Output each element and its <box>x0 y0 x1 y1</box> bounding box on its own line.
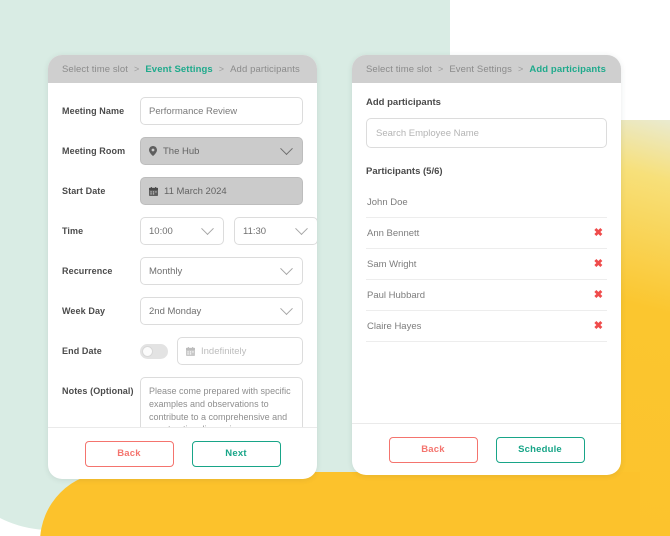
field-row-start-date: Start Date 11 March 2024 <box>62 177 303 205</box>
chevron-down-icon <box>280 301 293 315</box>
participants-heading: Participants (5/6) <box>366 166 443 177</box>
participant-name: Paul Hubbard <box>367 289 426 301</box>
add-participants-body: Add participants Search Employee Name Pa… <box>352 83 621 423</box>
label-end-date: End Date <box>62 346 102 356</box>
breadcrumb-item-select-time-slot[interactable]: Select time slot <box>366 64 432 75</box>
chevron-down-icon <box>280 141 293 155</box>
participant-name: Ann Bennett <box>367 227 420 239</box>
search-employee-input[interactable]: Search Employee Name <box>366 118 607 148</box>
label-meeting-name: Meeting Name <box>62 106 125 116</box>
event-settings-card: Select time slot > Event Settings > Add … <box>48 55 317 479</box>
end-date-placeholder: Indefinitely <box>201 345 247 357</box>
breadcrumb: Select time slot > Event Settings > Add … <box>48 55 317 83</box>
back-button[interactable]: Back <box>388 436 478 463</box>
end-date-toggle[interactable] <box>140 343 168 359</box>
week-day-select[interactable]: 2nd Monday <box>140 297 303 325</box>
start-date-input[interactable]: 11 March 2024 <box>140 177 303 205</box>
field-row-meeting-name: Meeting Name Performance Review <box>62 97 303 125</box>
time-end-select[interactable]: 11:30 <box>234 217 317 245</box>
label-notes: Notes (Optional) <box>62 386 134 396</box>
add-participants-card: Select time slot > Event Settings > Add … <box>352 55 621 475</box>
participant-name: John Doe <box>367 196 408 208</box>
field-row-end-date: End Date Indefinitely <box>62 337 303 365</box>
search-placeholder: Search Employee Name <box>376 127 479 139</box>
label-meeting-room: Meeting Room <box>62 146 126 156</box>
breadcrumb-separator: > <box>134 64 140 74</box>
toggle-knob <box>142 345 153 357</box>
breadcrumb-separator: > <box>438 64 444 74</box>
field-row-meeting-room: Meeting Room The Hub <box>62 137 303 165</box>
time-start-select[interactable]: 10:00 <box>140 217 224 245</box>
chevron-down-icon <box>280 261 293 275</box>
add-participants-footer: Back Schedule <box>352 423 621 475</box>
participant-row[interactable]: Sam Wright ✖ <box>366 249 607 280</box>
time-start-value: 10:00 <box>149 225 173 237</box>
breadcrumb-item-event-settings[interactable]: Event Settings <box>449 64 512 75</box>
add-participants-title: Add participants <box>366 97 441 108</box>
week-day-value: 2nd Monday <box>149 305 202 317</box>
chevron-down-icon <box>295 221 308 235</box>
meeting-room-select[interactable]: The Hub <box>140 137 303 165</box>
back-button[interactable]: Back <box>84 440 174 467</box>
remove-participant-icon[interactable]: ✖ <box>594 320 605 332</box>
breadcrumb-item-event-settings[interactable]: Event Settings <box>145 64 212 75</box>
field-row-time: Time 10:00 11:30 <box>62 217 317 245</box>
breadcrumb-item-add-participants[interactable]: Add participants <box>529 64 606 75</box>
notes-textarea[interactable]: Please come prepared with specific examp… <box>140 377 303 427</box>
participant-row[interactable]: Ann Bennett ✖ <box>366 218 607 249</box>
schedule-button[interactable]: Schedule <box>495 436 585 463</box>
label-recurrence: Recurrence <box>62 266 113 276</box>
participants-list-empty-space <box>366 342 607 388</box>
participant-name: Sam Wright <box>367 258 417 270</box>
label-time: Time <box>62 226 84 236</box>
participant-name: Claire Hayes <box>367 320 422 332</box>
recurrence-select[interactable]: Monthly <box>140 257 303 285</box>
label-start-date: Start Date <box>62 186 106 196</box>
recurrence-value: Monthly <box>149 265 183 277</box>
participant-row[interactable]: Claire Hayes ✖ <box>366 311 607 342</box>
meeting-name-input[interactable]: Performance Review <box>140 97 303 125</box>
participant-row[interactable]: Paul Hubbard ✖ <box>366 280 607 311</box>
time-end-value: 11:30 <box>243 225 267 237</box>
remove-participant-icon[interactable]: ✖ <box>594 289 605 301</box>
screenshot-stage: Select time slot > Event Settings > Add … <box>0 0 670 536</box>
field-row-notes: Notes (Optional) Please come prepared wi… <box>62 377 303 427</box>
calendar-icon <box>186 346 195 356</box>
breadcrumb-separator: > <box>518 64 524 74</box>
event-settings-footer: Back Next <box>48 427 317 479</box>
field-row-recurrence: Recurrence Monthly <box>62 257 303 285</box>
location-pin-icon <box>149 146 157 156</box>
start-date-value: 11 March 2024 <box>164 185 227 197</box>
breadcrumb: Select time slot > Event Settings > Add … <box>352 55 621 83</box>
breadcrumb-item-select-time-slot[interactable]: Select time slot <box>62 64 128 75</box>
breadcrumb-separator: > <box>218 64 225 74</box>
next-button[interactable]: Next <box>191 440 281 467</box>
remove-participant-icon[interactable]: ✖ <box>594 258 605 270</box>
meeting-name-value: Performance Review <box>149 105 238 117</box>
participant-row[interactable]: John Doe <box>366 187 607 218</box>
remove-participant-icon[interactable]: ✖ <box>594 227 605 239</box>
end-date-input[interactable]: Indefinitely <box>177 337 303 365</box>
meeting-room-value: The Hub <box>163 145 200 157</box>
field-row-week-day: Week Day 2nd Monday <box>62 297 303 325</box>
breadcrumb-item-add-participants[interactable]: Add participants <box>230 64 300 75</box>
label-week-day: Week Day <box>62 306 106 316</box>
decorative-yellow-footer <box>40 472 640 536</box>
calendar-icon <box>149 186 158 196</box>
participants-list: John Doe Ann Bennett ✖ Sam Wright ✖ Paul… <box>366 187 607 388</box>
chevron-down-icon <box>201 221 214 235</box>
event-settings-form: Meeting Name Performance Review Meeting … <box>48 83 317 427</box>
